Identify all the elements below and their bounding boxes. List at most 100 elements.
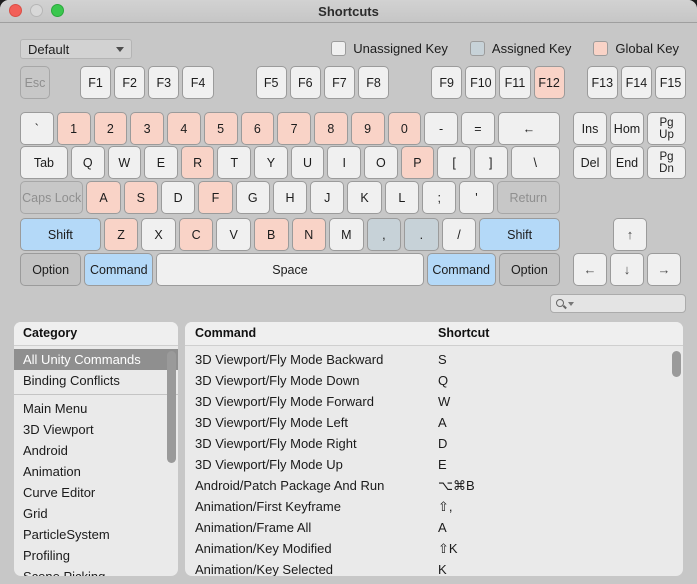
key-f2[interactable]: F2 (114, 66, 145, 99)
key-5[interactable]: 5 (204, 112, 238, 145)
slash-key[interactable]: / (442, 218, 477, 251)
key-f13[interactable]: F13 (587, 66, 618, 99)
backspace-key[interactable]: ← (498, 112, 560, 145)
key-f1[interactable]: F1 (80, 66, 111, 99)
key-2[interactable]: 2 (94, 112, 128, 145)
key-8[interactable]: 8 (314, 112, 348, 145)
key-l[interactable]: L (385, 181, 419, 214)
search-input[interactable] (578, 296, 680, 312)
key-r[interactable]: R (181, 146, 215, 179)
right-arrow-key[interactable]: → (647, 253, 681, 286)
key-0[interactable]: 0 (388, 112, 422, 145)
key-7[interactable]: 7 (277, 112, 311, 145)
key-shift[interactable]: Shift (20, 218, 101, 251)
category-item[interactable]: Profiling (14, 545, 178, 566)
command-row[interactable]: 3D Viewport/Fly Mode LeftA (185, 412, 683, 433)
key-1[interactable]: 1 (57, 112, 91, 145)
page-up-key[interactable]: Pg Up (647, 112, 686, 145)
key-ins[interactable]: Ins (573, 112, 607, 145)
key-v[interactable]: V (216, 218, 251, 251)
down-arrow-key[interactable]: ↓ (610, 253, 644, 286)
key-hom[interactable]: Hom (610, 112, 644, 145)
key-f5[interactable]: F5 (256, 66, 287, 99)
key-f15[interactable]: F15 (655, 66, 686, 99)
key-d[interactable]: D (161, 181, 195, 214)
key-f4[interactable]: F4 (182, 66, 213, 99)
key-f6[interactable]: F6 (290, 66, 321, 99)
key-f3[interactable]: F3 (148, 66, 179, 99)
command-row[interactable]: 3D Viewport/Fly Mode RightD (185, 433, 683, 454)
key-option-2[interactable]: Option (499, 253, 560, 286)
key-p[interactable]: P (401, 146, 435, 179)
key-a[interactable]: A (86, 181, 120, 214)
command-row[interactable]: 3D Viewport/Fly Mode UpE (185, 454, 683, 475)
command-row[interactable]: 3D Viewport/Fly Mode DownQ (185, 370, 683, 391)
category-item[interactable]: ParticleSystem (14, 524, 178, 545)
equals-key[interactable]: = (461, 112, 495, 145)
period-key[interactable]: . (404, 218, 439, 251)
key-f10[interactable]: F10 (465, 66, 496, 99)
key-f8[interactable]: F8 (358, 66, 389, 99)
key-j[interactable]: J (310, 181, 344, 214)
key-3[interactable]: 3 (130, 112, 164, 145)
key-f7[interactable]: F7 (324, 66, 355, 99)
key-b[interactable]: B (254, 218, 289, 251)
category-item[interactable]: Binding Conflicts (14, 370, 178, 391)
key-option[interactable]: Option (20, 253, 81, 286)
key-del[interactable]: Del (573, 146, 607, 179)
backtick-key[interactable]: ` (20, 112, 54, 145)
command-row[interactable]: Animation/Key Modified⇧K (185, 538, 683, 559)
category-scrollbar-thumb[interactable] (167, 351, 176, 463)
key-h[interactable]: H (273, 181, 307, 214)
profile-dropdown[interactable]: Default (20, 39, 132, 59)
key-t[interactable]: T (217, 146, 251, 179)
key-tab[interactable]: Tab (20, 146, 68, 179)
command-scrollbar-thumb[interactable] (672, 351, 681, 377)
key-9[interactable]: 9 (351, 112, 385, 145)
key-o[interactable]: O (364, 146, 398, 179)
key-f11[interactable]: F11 (499, 66, 530, 99)
key-n[interactable]: N (292, 218, 327, 251)
key-w[interactable]: W (108, 146, 142, 179)
key-i[interactable]: I (327, 146, 361, 179)
category-item[interactable]: Main Menu (14, 398, 178, 419)
key-s[interactable]: S (124, 181, 158, 214)
left-arrow-key[interactable]: ← (573, 253, 607, 286)
comma-key[interactable]: , (367, 218, 402, 251)
search-field[interactable] (550, 294, 686, 313)
category-item[interactable]: Curve Editor (14, 482, 178, 503)
key-6[interactable]: 6 (241, 112, 275, 145)
key-end[interactable]: End (610, 146, 644, 179)
key-q[interactable]: Q (71, 146, 105, 179)
key-f14[interactable]: F14 (621, 66, 652, 99)
key-command-2[interactable]: Command (427, 253, 496, 286)
key-x[interactable]: X (141, 218, 176, 251)
command-scrollbar[interactable] (672, 348, 681, 572)
category-item[interactable]: All Unity Commands (14, 349, 178, 370)
right-bracket-key[interactable]: ] (474, 146, 508, 179)
category-item[interactable]: Scene Picking (14, 566, 178, 576)
category-scrollbar[interactable] (167, 348, 176, 572)
key-c[interactable]: C (179, 218, 214, 251)
command-row[interactable]: Android/Patch Package And Run⌥⌘B (185, 475, 683, 496)
key-space[interactable]: Space (156, 253, 423, 286)
key-command[interactable]: Command (84, 253, 153, 286)
key-f9[interactable]: F9 (431, 66, 462, 99)
command-row[interactable]: 3D Viewport/Fly Mode ForwardW (185, 391, 683, 412)
command-row[interactable]: Animation/Frame AllA (185, 517, 683, 538)
key-u[interactable]: U (291, 146, 325, 179)
zoom-button[interactable] (51, 4, 64, 17)
command-row[interactable]: Animation/Key SelectedK (185, 559, 683, 576)
category-item[interactable]: Android (14, 440, 178, 461)
left-bracket-key[interactable]: [ (437, 146, 471, 179)
key-k[interactable]: K (347, 181, 381, 214)
key-e[interactable]: E (144, 146, 178, 179)
key-y[interactable]: Y (254, 146, 288, 179)
key-f12[interactable]: F12 (534, 66, 565, 99)
minus-key[interactable]: - (424, 112, 458, 145)
command-row[interactable]: 3D Viewport/Fly Mode BackwardS (185, 349, 683, 370)
key-f[interactable]: F (198, 181, 232, 214)
category-item[interactable]: Animation (14, 461, 178, 482)
close-button[interactable] (9, 4, 22, 17)
key-g[interactable]: G (236, 181, 270, 214)
